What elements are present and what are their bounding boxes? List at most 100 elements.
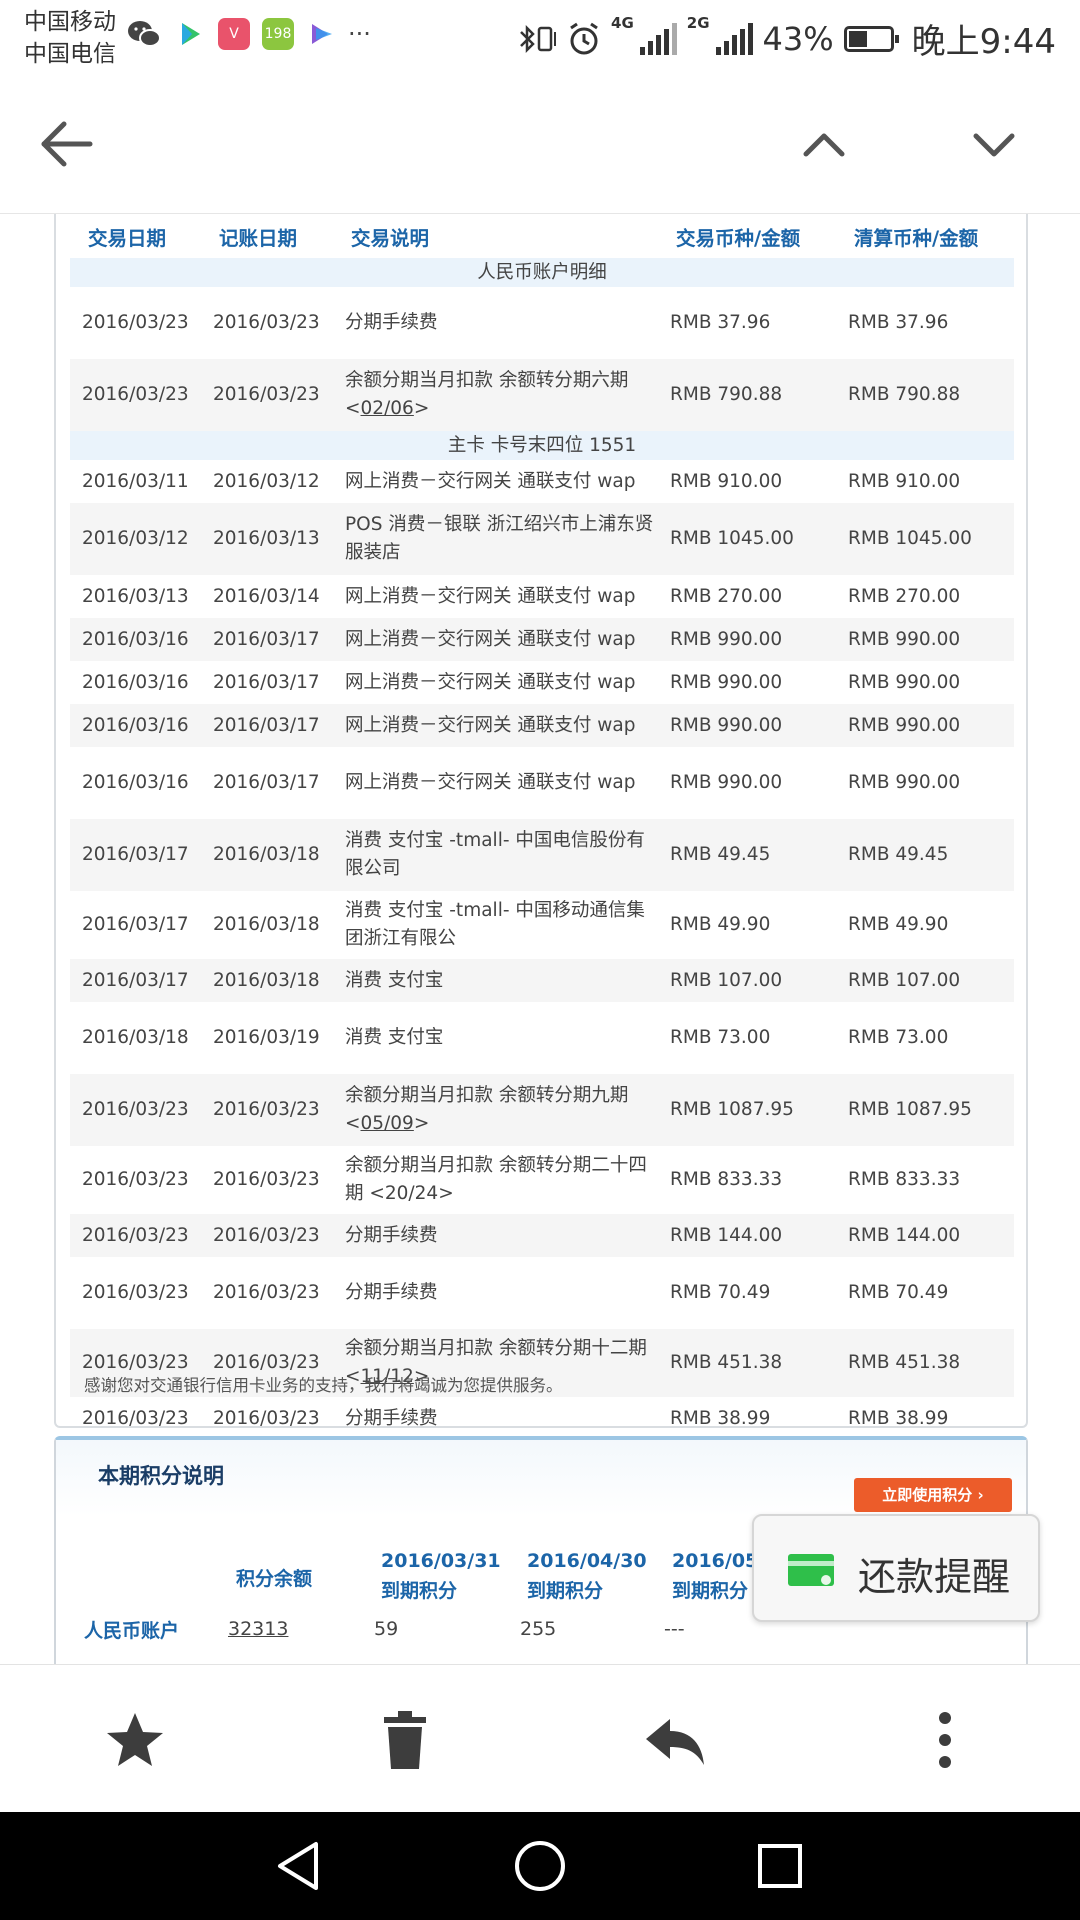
settle-amount-cell: RMB 990.00 — [836, 618, 1014, 661]
table-row: 2016/03/18 2016/03/19 消费 支付宝 RMB 73.00 RMB 7… — [70, 1002, 1014, 1074]
table-row: 2016/03/16 2016/03/17 网上消费－交行网关 通联支付 wap RM… — [70, 661, 1014, 704]
description-cell: 余额分期当月扣款 余额转分期二十四期 <20/24> — [345, 1155, 647, 1204]
status-bar: 中国移动 中国电信 V 198 ··· 4G 2G 43% 晚上9:44 — [0, 0, 1080, 76]
settle-amount-cell: RMB 70.49 — [848, 1282, 949, 1303]
trans-date-cell: 2016/03/23 — [70, 1074, 201, 1146]
description-cell: 消费 支付宝 — [333, 959, 658, 1002]
reply-icon[interactable] — [644, 1709, 706, 1771]
description-cell: 网上消费－交行网关 通联支付 wap — [345, 470, 636, 492]
table-row: 2016/03/11 2016/03/12 网上消费－交行网关 通联支付 wap RM… — [70, 460, 1014, 503]
table-row: 2016/03/23 2016/03/23 余额分期当月扣款 余额转分期六期 <02/… — [70, 359, 1014, 431]
post-date-cell: 2016/03/18 — [213, 914, 320, 935]
star-icon[interactable] — [104, 1709, 166, 1771]
settle-amount-cell: RMB 1087.95 — [836, 1074, 1014, 1146]
amount-cell: RMB 990.00 — [670, 671, 783, 693]
repayment-reminder-label: 还款提醒 — [858, 1555, 1011, 1599]
nav-recents-square-icon[interactable] — [752, 1838, 808, 1894]
col-settle: 清算币种/金额 — [836, 214, 1014, 258]
post-date-cell: 2016/03/17 — [201, 704, 333, 747]
trans-date-cell: 2016/03/16 — [82, 671, 189, 693]
table-row: 2016/03/23 2016/03/23 分期手续费 RMB 144.00 RMB 1… — [70, 1214, 1014, 1257]
trans-date-cell: 2016/03/17 — [82, 914, 189, 935]
status-right: 4G 2G 43% 晚上9:44 — [517, 14, 1056, 63]
table-row: 2016/03/17 2016/03/18 消费 支付宝 -tmall- 中国移动通… — [70, 891, 1014, 959]
expire-col-1-label: 到期积分 — [381, 1580, 458, 1602]
settle-amount-cell: RMB 107.00 — [836, 959, 1014, 1002]
table-row: 2016/03/16 2016/03/17 网上消费－交行网关 通联支付 wap RM… — [70, 618, 1014, 661]
description-text: 余额分期当月扣款 余额转分期九期 — [345, 1085, 629, 1106]
post-date-cell: 2016/03/18 — [201, 819, 333, 891]
settle-amount-cell: RMB 38.99 — [848, 1407, 949, 1429]
amount-cell: RMB 37.96 — [670, 312, 771, 333]
table-row: 2016/03/17 2016/03/18 消费 支付宝 -tmall- 中国电信股… — [70, 819, 1014, 891]
expire-col-2-label: 到期积分 — [527, 1580, 604, 1602]
transactions-card: 交易日期 记账日期 交易说明 交易币种/金额 清算币种/金额 人民币账户明细 20… — [54, 214, 1028, 1429]
installment-link[interactable]: 02/06 — [361, 398, 414, 419]
video-app-icon — [182, 23, 200, 45]
description-cell: 余额分期当月扣款 余额转分期九期 <05/09> — [333, 1074, 658, 1146]
table-row: 2016/03/12 2016/03/13 POS 消费－银联 浙江绍兴市上浦东贤服… — [70, 503, 1014, 575]
delete-icon[interactable] — [374, 1709, 436, 1771]
installment-link[interactable]: 05/09 — [361, 1113, 414, 1134]
bluetooth-vibrate-icon — [520, 24, 557, 53]
footnote: 感谢您对交通银行信用卡业务的支持，我行将竭诚为您提供服务。 — [84, 1376, 563, 1395]
section-main-card: 主卡 卡号末四位 1551 — [70, 431, 1014, 460]
settle-amount-cell: RMB 37.96 — [848, 312, 949, 333]
description-cell: 消费 支付宝 -tmall- 中国移动通信集团浙江有限公 — [345, 900, 645, 949]
description-cell: 分期手续费 — [345, 312, 438, 333]
points-balance-link[interactable]: 32313 — [228, 1618, 288, 1640]
points-title: 本期积分说明 — [98, 1464, 224, 1488]
points-balance-header: 积分余额 — [236, 1568, 313, 1590]
more-icon[interactable] — [914, 1709, 976, 1771]
col-trans-date: 交易日期 — [70, 214, 201, 258]
installment-open-bracket: < — [345, 1113, 361, 1134]
trans-date-cell: 2016/03/23 — [70, 1214, 201, 1257]
chevron-down-icon[interactable] — [970, 120, 1018, 168]
wallet-icon — [788, 1554, 834, 1586]
description-cell: POS 消费－银联 浙江绍兴市上浦东贤服装店 — [333, 503, 658, 575]
description-cell: 网上消费－交行网关 通联支付 wap — [345, 772, 636, 793]
nav-back-triangle-icon[interactable] — [272, 1838, 328, 1894]
nav-home-circle-icon[interactable] — [512, 1838, 568, 1894]
chevron-up-icon[interactable] — [800, 120, 848, 168]
repayment-reminder-button[interactable]: 还款提醒 — [752, 1514, 1040, 1622]
description-cell: 网上消费－交行网关 通联支付 wap — [333, 704, 658, 747]
description-text: 余额分期当月扣款 余额转分期十二期 — [345, 1338, 647, 1359]
carrier-names: 中国移动 中国电信 — [24, 6, 116, 70]
clock: 晚上9:44 — [911, 22, 1056, 62]
post-date-cell: 2016/03/23 — [201, 1074, 333, 1146]
expire-value-2: 255 — [520, 1618, 557, 1640]
settle-amount-cell: RMB 270.00 — [848, 585, 961, 607]
post-date-cell: 2016/03/23 — [201, 359, 333, 431]
amount-cell: RMB 38.99 — [670, 1407, 771, 1429]
post-date-cell: 2016/03/19 — [213, 1027, 320, 1048]
email-content[interactable]: 交易日期 记账日期 交易说明 交易币种/金额 清算币种/金额 人民币账户明细 20… — [0, 214, 1080, 1664]
amount-cell: RMB 49.45 — [658, 819, 836, 891]
table-row: 2016/03/16 2016/03/17 网上消费－交行网关 通联支付 wap RM… — [70, 747, 1014, 819]
table-row: 2016/03/23 2016/03/23 分期手续费 RMB 37.96 RMB 37… — [70, 287, 1014, 359]
settle-amount-cell: RMB 990.00 — [848, 772, 961, 793]
email-action-bar — [0, 1664, 1080, 1812]
settle-amount-cell: RMB 990.00 — [836, 704, 1014, 747]
amount-cell: RMB 1045.00 — [658, 503, 836, 575]
table-row: 2016/03/23 2016/03/23 余额分期当月扣款 余额转分期九期 <05/… — [70, 1074, 1014, 1146]
amount-cell: RMB 270.00 — [670, 585, 783, 607]
more-notifications: ··· — [348, 20, 371, 48]
description-cell: 分期手续费 — [345, 1282, 438, 1303]
post-date-cell: 2016/03/17 — [213, 671, 320, 693]
back-arrow-icon[interactable] — [38, 116, 94, 172]
trans-date-cell: 2016/03/16 — [70, 704, 201, 747]
battery-icon — [843, 25, 899, 52]
trans-date-cell: 2016/03/23 — [82, 1407, 189, 1429]
carrier-1: 中国移动 — [24, 9, 116, 35]
settle-amount-cell: RMB 451.38 — [836, 1329, 1014, 1397]
system-navigation-bar — [0, 1812, 1080, 1920]
post-date-cell: 2016/03/23 — [213, 312, 320, 333]
col-description: 交易说明 — [333, 214, 658, 258]
network-2g: 2G — [686, 14, 710, 32]
description-cell: 消费 支付宝 -tmall- 中国电信股份有限公司 — [333, 819, 658, 891]
use-points-button[interactable]: 立即使用积分 › — [854, 1478, 1012, 1512]
transactions-table: 交易日期 记账日期 交易说明 交易币种/金额 清算币种/金额 人民币账户明细 20… — [70, 214, 1014, 1440]
post-date-cell: 2016/03/23 — [213, 1169, 320, 1190]
description-text: 余额分期当月扣款 余额转分期六期 — [345, 370, 629, 391]
